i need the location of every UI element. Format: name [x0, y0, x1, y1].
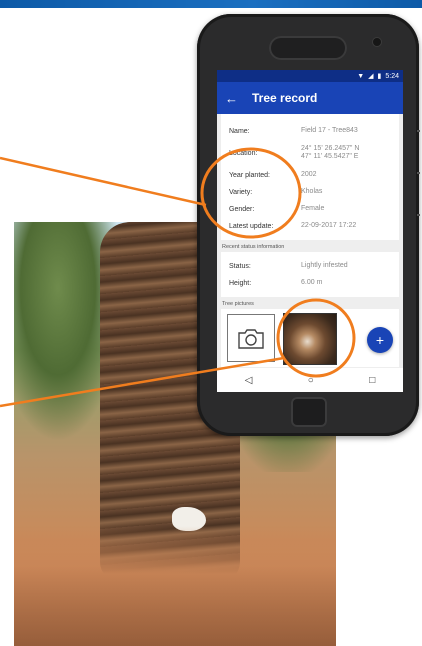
top-banner: [0, 0, 422, 8]
variety-label: Variety:: [229, 188, 253, 196]
add-photo-button[interactable]: [227, 314, 275, 362]
signal-icon: ◢: [368, 72, 374, 80]
edge-mark: [417, 172, 420, 174]
gender-row: Gender: Female: [229, 202, 391, 216]
front-camera: [373, 38, 381, 46]
status-label: Status:: [229, 262, 251, 270]
height-value: 6.00 m: [301, 278, 323, 286]
year-value: 2002: [301, 170, 317, 178]
circle-home-icon[interactable]: ○: [308, 375, 314, 386]
page-title: Tree record: [252, 91, 318, 105]
app-bar: ← Tree record: [217, 82, 403, 114]
ground-shadow: [14, 566, 336, 646]
name-label: Name:: [229, 127, 250, 135]
location-longitude: 47° 11' 45.5427" E: [301, 153, 359, 160]
plus-icon: +: [375, 332, 385, 348]
status-card: Status: Lightly infested Height: 6.00 m: [221, 252, 399, 297]
tree-picture-thumbnail[interactable]: [283, 313, 337, 365]
year-row: Year planted: 2002: [229, 168, 391, 182]
location-label: Location:: [229, 149, 258, 157]
variety-row: Variety: Kholas: [229, 185, 391, 199]
location-row: Location: 24° 15' 26.2457" N 47° 11' 45.…: [229, 141, 391, 165]
height-row: Height: 6.00 m: [229, 276, 391, 290]
location-value: 24° 15' 26.2457" N 47° 11' 45.5427" E: [301, 145, 359, 161]
variety-value: Kholas: [301, 187, 323, 195]
status-value: Lightly infested: [301, 261, 348, 269]
gender-value: Female: [301, 204, 325, 212]
wifi-icon: ▼: [357, 72, 365, 80]
square-recent-icon[interactable]: □: [369, 375, 375, 386]
update-value: 22-09-2017 17:22: [301, 221, 357, 229]
edge-mark: [417, 214, 420, 216]
status-row: Status: Lightly infested: [229, 259, 391, 273]
record-content: Name: Field 17 - Tree843 Location: 24° 1…: [217, 114, 403, 392]
update-label: Latest update:: [229, 222, 274, 230]
status-time: 5:24: [385, 72, 399, 80]
page-edge-marks: [417, 130, 420, 256]
pictures-section-heading: Tree pictures: [222, 301, 254, 307]
update-row: Latest update: 22-09-2017 17:22: [229, 219, 391, 233]
phone-screen: ▼ ◢ ▮ 5:24 ← Tree record Name: Field 17 …: [217, 70, 403, 392]
triangle-back-icon[interactable]: ◁: [245, 375, 253, 386]
annotation-line-top: [0, 156, 207, 207]
android-nav-bar: ◁ ○ □: [217, 368, 403, 392]
tree-details-card: Name: Field 17 - Tree843 Location: 24° 1…: [221, 114, 399, 240]
year-label: Year planted:: [229, 171, 270, 179]
battery-icon: ▮: [377, 72, 382, 80]
add-button[interactable]: +: [367, 327, 393, 353]
height-label: Height:: [229, 279, 252, 287]
status-section-heading: Recent status information: [222, 244, 285, 250]
status-bar: ▼ ◢ ▮ 5:24: [217, 70, 403, 82]
location-latitude: 24° 15' 26.2457" N: [301, 144, 360, 152]
name-row: Name: Field 17 - Tree843: [229, 124, 391, 138]
edge-mark: [417, 130, 420, 132]
phone-speaker: [269, 36, 347, 60]
name-value: Field 17 - Tree843: [301, 126, 358, 134]
tree-pictures: +: [221, 309, 399, 367]
fingerprint-button: [291, 397, 327, 427]
phone-device: ▼ ◢ ▮ 5:24 ← Tree record Name: Field 17 …: [197, 14, 419, 436]
gender-label: Gender:: [229, 205, 255, 213]
camera-icon: [238, 329, 264, 349]
arrow-left-icon[interactable]: ←: [225, 92, 238, 105]
